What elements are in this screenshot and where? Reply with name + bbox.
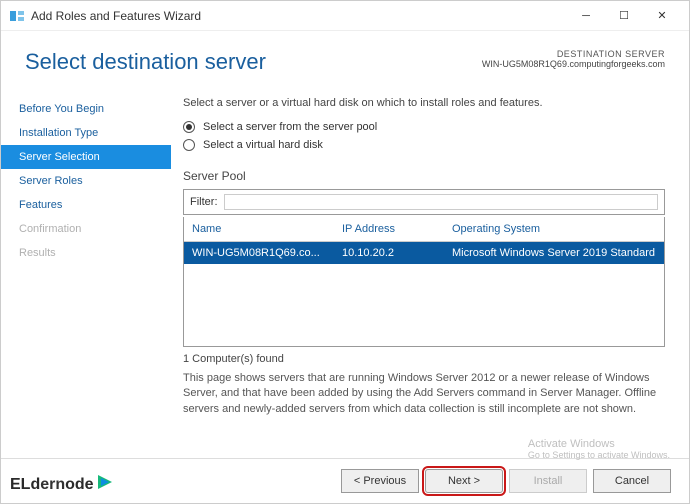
radio-icon bbox=[183, 139, 195, 151]
radio-label: Select a virtual hard disk bbox=[203, 139, 323, 151]
page-header: Select destination server DESTINATION SE… bbox=[1, 31, 689, 85]
cell-ip: 10.10.20.2 bbox=[342, 247, 452, 259]
cancel-button[interactable]: Cancel bbox=[593, 469, 671, 493]
filter-row: Filter: bbox=[183, 189, 665, 215]
titlebar-text: Add Roles and Features Wizard bbox=[31, 9, 567, 23]
sidebar: Before You Begin Installation Type Serve… bbox=[1, 85, 171, 458]
destination-info: DESTINATION SERVER WIN-UG5M08R1Q69.compu… bbox=[482, 49, 665, 69]
maximize-button[interactable]: ☐ bbox=[605, 2, 643, 30]
footer: < Previous Next > Install Cancel bbox=[1, 458, 689, 503]
destination-value: WIN-UG5M08R1Q69.computingforgeeks.com bbox=[482, 59, 665, 69]
col-header-os[interactable]: Operating System bbox=[452, 223, 656, 235]
next-button[interactable]: Next > bbox=[425, 469, 503, 493]
table-header: Name IP Address Operating System bbox=[184, 217, 664, 242]
body: Before You Begin Installation Type Serve… bbox=[1, 85, 689, 458]
radio-option-server-pool[interactable]: Select a server from the server pool bbox=[183, 121, 665, 133]
radio-group: Select a server from the server pool Sel… bbox=[183, 121, 665, 157]
server-pool-label: Server Pool bbox=[183, 169, 665, 183]
instruction-text: Select a server or a virtual hard disk o… bbox=[183, 97, 665, 109]
sidebar-item-installation-type[interactable]: Installation Type bbox=[1, 121, 171, 145]
page-description: This page shows servers that are running… bbox=[183, 371, 665, 417]
radio-label: Select a server from the server pool bbox=[203, 121, 377, 133]
cell-name: WIN-UG5M08R1Q69.co... bbox=[192, 247, 342, 259]
sidebar-item-before-you-begin[interactable]: Before You Begin bbox=[1, 97, 171, 121]
sidebar-item-server-selection[interactable]: Server Selection bbox=[1, 145, 171, 169]
app-icon bbox=[9, 8, 25, 24]
window-controls: ─ ☐ ✕ bbox=[567, 2, 681, 30]
install-button: Install bbox=[509, 469, 587, 493]
table-row[interactable]: WIN-UG5M08R1Q69.co... 10.10.20.2 Microso… bbox=[184, 242, 664, 264]
radio-option-vhd[interactable]: Select a virtual hard disk bbox=[183, 139, 665, 151]
destination-label: DESTINATION SERVER bbox=[482, 49, 665, 59]
filter-label: Filter: bbox=[190, 196, 218, 208]
sidebar-item-features[interactable]: Features bbox=[1, 193, 171, 217]
sidebar-item-results: Results bbox=[1, 241, 171, 265]
computer-count: 1 Computer(s) found bbox=[183, 353, 665, 365]
filter-input[interactable] bbox=[224, 194, 659, 210]
wizard-window: Add Roles and Features Wizard ─ ☐ ✕ Sele… bbox=[0, 0, 690, 504]
previous-button[interactable]: < Previous bbox=[341, 469, 419, 493]
page-title: Select destination server bbox=[25, 49, 266, 75]
cell-os: Microsoft Windows Server 2019 Standard bbox=[452, 247, 656, 259]
close-button[interactable]: ✕ bbox=[643, 2, 681, 30]
minimize-button[interactable]: ─ bbox=[567, 2, 605, 30]
col-header-ip[interactable]: IP Address bbox=[342, 223, 452, 235]
radio-icon bbox=[183, 121, 195, 133]
table-body: WIN-UG5M08R1Q69.co... 10.10.20.2 Microso… bbox=[184, 242, 664, 346]
server-table: Name IP Address Operating System WIN-UG5… bbox=[183, 217, 665, 347]
col-header-name[interactable]: Name bbox=[192, 223, 342, 235]
titlebar: Add Roles and Features Wizard ─ ☐ ✕ bbox=[1, 1, 689, 31]
sidebar-item-confirmation: Confirmation bbox=[1, 217, 171, 241]
sidebar-item-server-roles[interactable]: Server Roles bbox=[1, 169, 171, 193]
main-content: Select a server or a virtual hard disk o… bbox=[171, 85, 689, 458]
